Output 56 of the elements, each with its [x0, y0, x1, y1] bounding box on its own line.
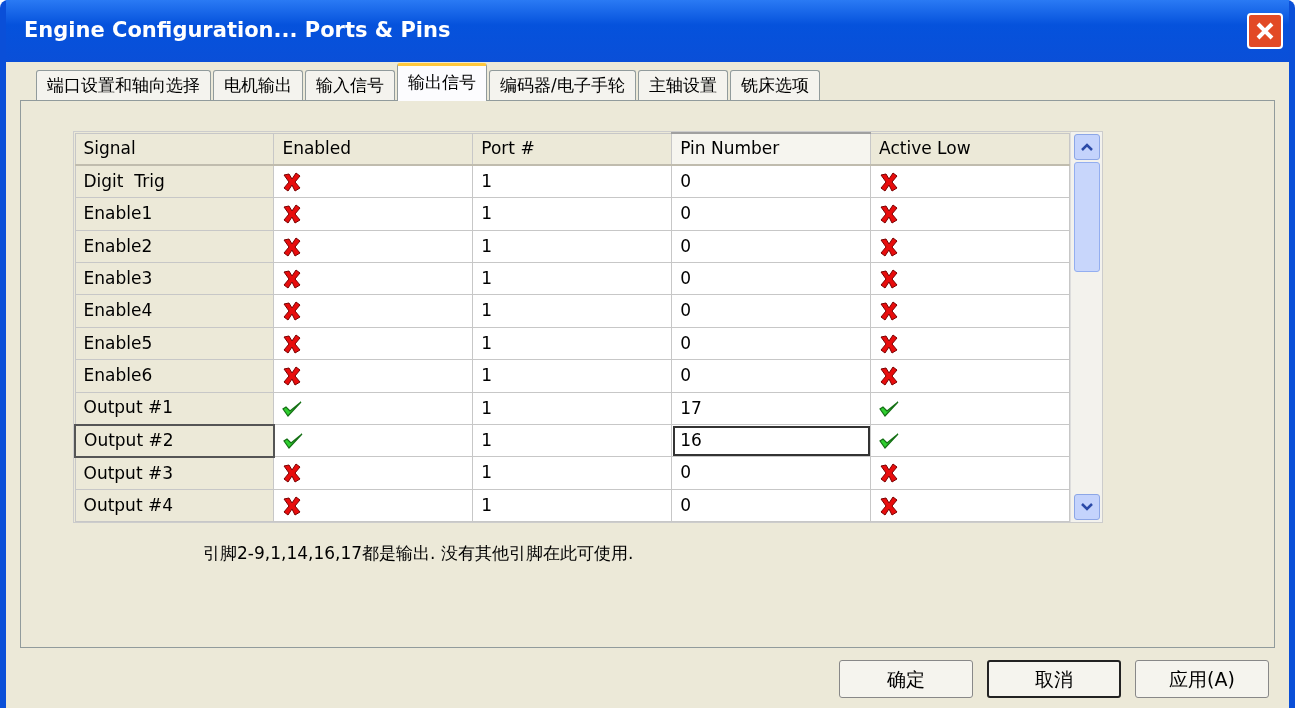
column-header[interactable]: Pin Number	[671, 133, 871, 166]
table-cell: 1	[472, 165, 672, 198]
cancel-button[interactable]: 取消	[987, 660, 1121, 698]
ok-button[interactable]: 确定	[839, 660, 973, 698]
row-header[interactable]: Enable4	[75, 294, 274, 328]
table-cell[interactable]: 17	[671, 392, 871, 425]
row-header[interactable]: Output #4	[75, 489, 274, 522]
row-header[interactable]: Enable3	[75, 262, 274, 295]
scroll-up-icon[interactable]	[1073, 134, 1100, 160]
column-header[interactable]: Enabled	[273, 133, 473, 166]
row-header[interactable]: Digit Trig	[75, 165, 274, 198]
table-cell[interactable]: 16	[671, 424, 871, 457]
table-cell[interactable]: 0	[671, 230, 871, 263]
apply-button[interactable]: 应用(A)	[1135, 660, 1269, 698]
table-cell: 1	[472, 230, 672, 263]
row-header[interactable]: Enable6	[75, 359, 274, 393]
table-cell[interactable]: 0	[671, 456, 871, 490]
table-cell[interactable]: 0	[671, 165, 871, 198]
column-header[interactable]: Signal	[75, 133, 274, 166]
tab[interactable]: 电机输出	[213, 69, 303, 100]
close-icon	[1254, 20, 1276, 42]
table-cell[interactable]: 0	[671, 294, 871, 328]
table-cell[interactable]: 0	[671, 489, 871, 522]
table-cell[interactable]: 0	[671, 197, 871, 231]
scroll-thumb[interactable]	[1073, 162, 1100, 272]
tab[interactable]: 编码器/电子手轮	[489, 69, 636, 100]
table-cell: 1	[472, 489, 672, 522]
row-header[interactable]: Enable2	[75, 230, 274, 263]
tab[interactable]: 铣床选项	[729, 69, 820, 100]
table-cell[interactable]: 0	[671, 359, 871, 393]
column-header[interactable]: Active Low	[870, 133, 1070, 166]
table-cell[interactable]: 0	[671, 327, 871, 360]
table-cell: 1	[472, 392, 672, 425]
table-cell[interactable]: 0	[671, 262, 871, 295]
row-header[interactable]: Output #3	[75, 456, 274, 490]
table-cell: 1	[472, 424, 672, 457]
tab[interactable]: 输入信号	[305, 69, 395, 100]
tab[interactable]: 主轴设置	[637, 69, 728, 100]
close-button[interactable]	[1247, 13, 1283, 49]
table-cell: 1	[472, 262, 672, 295]
table-cell: 1	[472, 197, 672, 231]
row-header[interactable]: Enable5	[75, 327, 274, 360]
scrollbar[interactable]	[1070, 132, 1102, 523]
tab[interactable]: 端口设置和轴向选择	[36, 69, 211, 100]
table-cell: 1	[472, 359, 672, 393]
row-header[interactable]: Output #2	[75, 424, 274, 457]
row-header[interactable]: Enable1	[75, 197, 274, 231]
table-cell: 1	[472, 456, 672, 490]
row-header[interactable]: Output #1	[75, 392, 274, 425]
scroll-down-icon[interactable]	[1073, 494, 1100, 521]
info-text: 引脚2-9,1,14,16,17都是输出. 没有其他引脚在此可使用.	[203, 542, 635, 566]
tab[interactable]: 输出信号	[397, 62, 487, 101]
table-cell: 1	[472, 327, 672, 360]
column-header[interactable]: Port #	[472, 133, 672, 166]
table-cell: 1	[472, 294, 672, 328]
window-title: Engine Configuration... Ports & Pins	[24, 17, 451, 45]
